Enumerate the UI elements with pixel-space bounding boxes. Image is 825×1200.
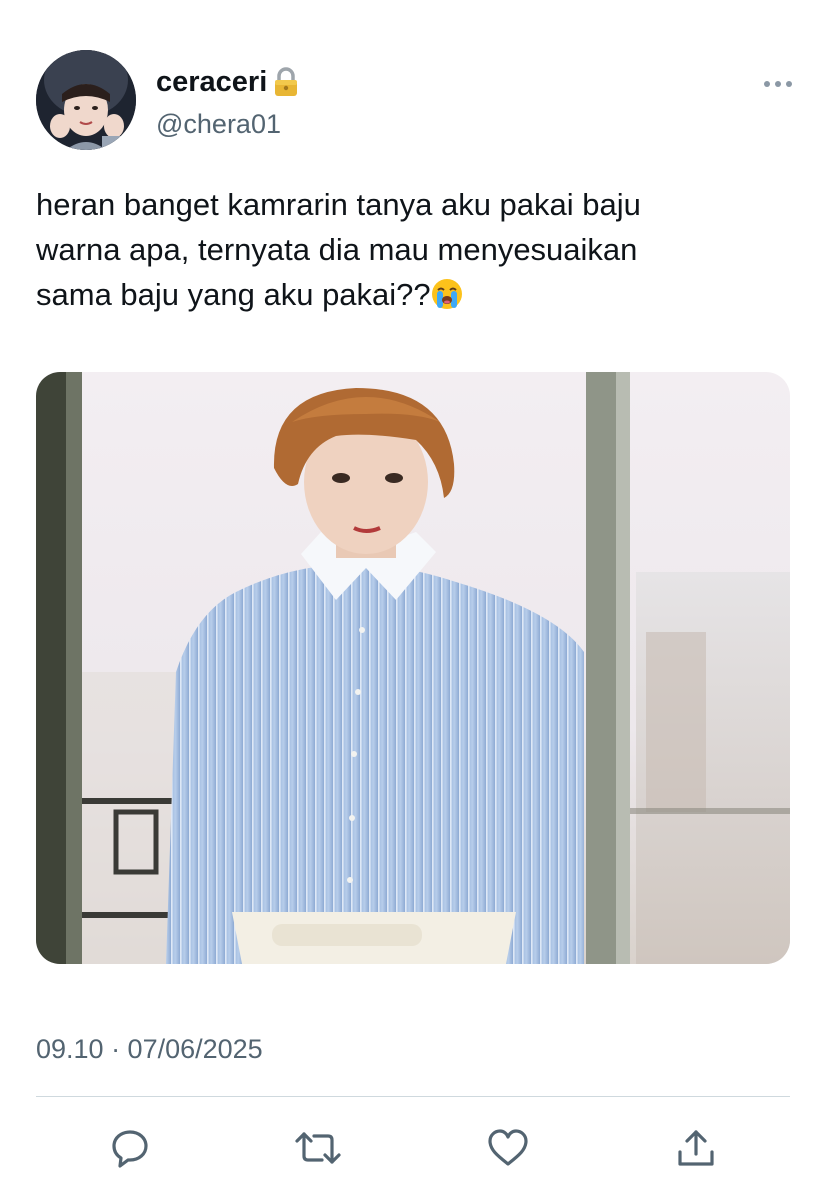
tweet-text-line: warna apa, ternyata dia mau menyesuaikan (36, 232, 638, 267)
tweet-media-image[interactable] (36, 372, 790, 964)
share-icon (678, 1130, 714, 1166)
avatar-image (36, 50, 136, 150)
share-button[interactable] (672, 1124, 720, 1172)
tweet-text-line: heran banget kamrarin tanya aku pakai ba… (36, 187, 641, 222)
reply-button[interactable] (106, 1124, 154, 1172)
more-button[interactable] (758, 72, 798, 96)
lock-icon (271, 66, 301, 98)
display-name-text: ceraceri (156, 66, 268, 98)
more-icon (764, 81, 792, 87)
tweet-text: heran banget kamrarin tanya aku pakai ba… (36, 182, 796, 317)
loudly-crying-face-icon (431, 277, 463, 309)
avatar[interactable] (36, 50, 136, 150)
photo-person-blue-striped-shirt (36, 372, 790, 964)
divider (36, 1096, 790, 1097)
handle[interactable]: @chera01 (156, 107, 281, 141)
display-name[interactable]: ceraceri (156, 64, 301, 100)
tweet-text-line: sama baju yang aku pakai?? (36, 277, 431, 312)
heart-icon (488, 1129, 528, 1166)
timestamp[interactable]: 09.10 · 07/06/2025 (36, 1032, 263, 1066)
tweet-text-line-last: sama baju yang aku pakai?? (36, 272, 796, 317)
reply-icon (112, 1130, 148, 1168)
like-button[interactable] (484, 1124, 532, 1172)
retweet-button[interactable] (294, 1124, 342, 1172)
retweet-icon (295, 1132, 341, 1164)
